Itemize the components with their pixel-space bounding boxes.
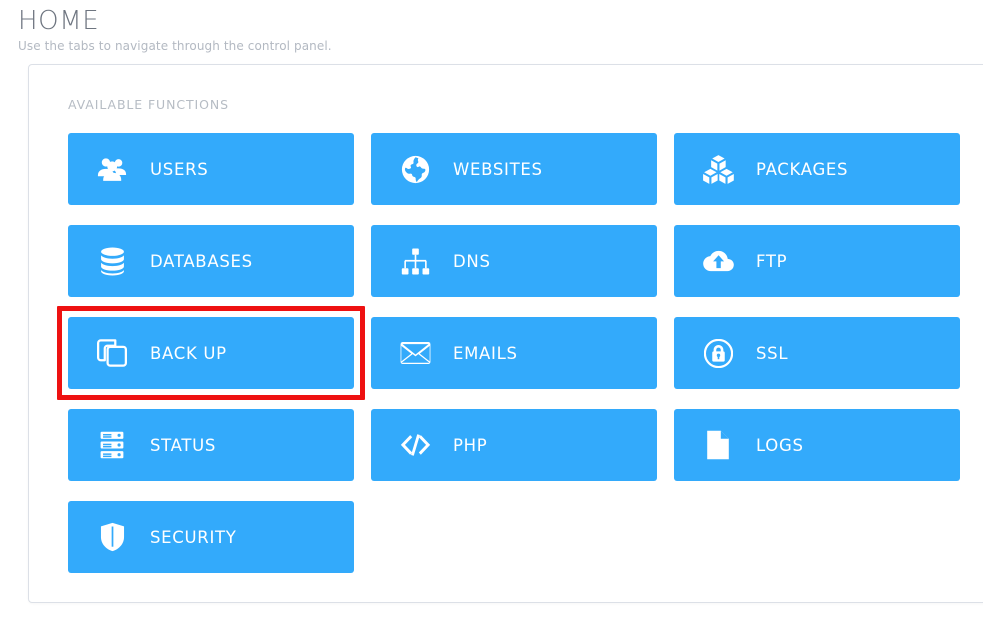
function-tile-label: PHP (453, 435, 488, 455)
function-tile-php[interactable]: PHP (371, 409, 657, 481)
function-tile-cell: USERS (68, 133, 354, 205)
function-tile-label: WEBSITES (453, 159, 543, 179)
function-tile-ftp[interactable]: FTP (674, 225, 960, 297)
function-tile-cell: BACK UP (57, 306, 365, 400)
function-tile-emails[interactable]: EMAILS (371, 317, 657, 389)
function-tile-security[interactable]: SECURITY (68, 501, 354, 573)
function-tile-dns[interactable]: DNS (371, 225, 657, 297)
function-tile-label: EMAILS (453, 343, 518, 363)
function-tile-cell: DATABASES (68, 225, 354, 297)
cloud-upload-icon (696, 239, 740, 283)
cubes-icon (696, 147, 740, 191)
function-tile-label: LOGS (756, 435, 804, 455)
function-tile-cell: EMAILS (371, 317, 657, 389)
function-tile-label: STATUS (150, 435, 217, 455)
function-tile-label: BACK UP (150, 343, 227, 363)
code-icon (393, 423, 437, 467)
lock-circle-icon (696, 331, 740, 375)
function-tile-label: DNS (453, 251, 491, 271)
function-tile-cell: STATUS (68, 409, 354, 481)
function-tile-cell: PHP (371, 409, 657, 481)
shield-icon (90, 515, 134, 559)
users-icon (90, 147, 134, 191)
function-tile-back-up[interactable]: BACK UP (68, 317, 354, 389)
panel-section-label: AVAILABLE FUNCTIONS (68, 97, 229, 112)
function-tile-cell: SECURITY (68, 501, 354, 573)
server-icon (90, 423, 134, 467)
function-tile-label: SSL (756, 343, 789, 363)
file-icon (696, 423, 740, 467)
envelope-icon (393, 331, 437, 375)
page-subtitle: Use the tabs to navigate through the con… (18, 39, 332, 54)
function-tile-cell: LOGS (674, 409, 960, 481)
function-tile-packages[interactable]: PACKAGES (674, 133, 960, 205)
function-tile-cell: FTP (674, 225, 960, 297)
function-tile-label: SECURITY (150, 527, 237, 547)
function-tile-cell: SSL (674, 317, 960, 389)
function-tile-databases[interactable]: DATABASES (68, 225, 354, 297)
page-header: HOME Use the tabs to navigate through th… (0, 0, 983, 53)
function-tile-cell: WEBSITES (371, 133, 657, 205)
function-tile-cell: DNS (371, 225, 657, 297)
function-tile-label: FTP (756, 251, 788, 271)
function-tile-websites[interactable]: WEBSITES (371, 133, 657, 205)
function-tile-users[interactable]: USERS (68, 133, 354, 205)
sitemap-icon (393, 239, 437, 283)
function-tile-status[interactable]: STATUS (68, 409, 354, 481)
page-title: HOME (18, 6, 100, 36)
function-tile-label: DATABASES (150, 251, 253, 271)
copy-icon (90, 331, 134, 375)
function-tile-cell: PACKAGES (674, 133, 960, 205)
function-tile-label: USERS (150, 159, 209, 179)
globe-icon (393, 147, 437, 191)
available-functions-panel: AVAILABLE FUNCTIONS USERS WEBSITES PACKA… (28, 64, 983, 603)
function-tile-grid: USERS WEBSITES PACKAGES DATABASES DNS FT… (57, 133, 960, 573)
function-tile-label: PACKAGES (756, 159, 849, 179)
function-tile-ssl[interactable]: SSL (674, 317, 960, 389)
database-icon (90, 239, 134, 283)
function-tile-logs[interactable]: LOGS (674, 409, 960, 481)
